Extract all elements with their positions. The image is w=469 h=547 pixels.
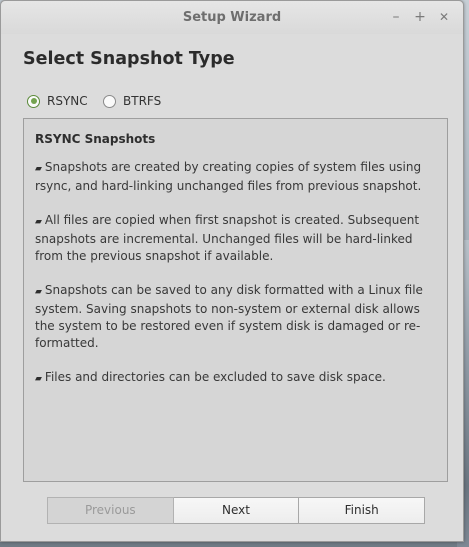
description-paragraph: ▰ Snapshots can be saved to any disk form…	[35, 282, 436, 352]
minimize-icon[interactable]: –	[388, 9, 404, 25]
radio-button-rsync[interactable]	[27, 94, 40, 108]
description-paragraph: ▰ All files are copied when first snapsho…	[35, 212, 436, 265]
close-icon[interactable]: ✕	[436, 9, 452, 25]
bullet-icon: ▰	[35, 217, 42, 227]
description-paragraph: ▰ Files and directories can be excluded t…	[35, 369, 436, 388]
radio-label-rsync: RSYNC	[47, 94, 88, 108]
panel-title: RSYNC Snapshots	[35, 132, 156, 146]
bullet-icon: ▰	[35, 374, 42, 384]
maximize-icon[interactable]: +	[412, 9, 428, 25]
description-paragraph: ▰ Snapshots are created by creating copie…	[35, 159, 436, 195]
paragraph-text: Snapshots are created by creating copies…	[35, 160, 422, 193]
radio-label-btrfs: BTRFS	[123, 94, 162, 108]
page-title: Select Snapshot Type	[23, 49, 235, 69]
paragraph-text: All files are copied when first snapshot…	[35, 213, 420, 263]
radio-btrfs[interactable]: BTRFS	[103, 92, 161, 110]
previous-button[interactable]: Previous	[47, 497, 174, 524]
title-bar[interactable]: Setup Wizard – + ✕	[1, 1, 463, 34]
next-button[interactable]: Next	[173, 497, 300, 524]
bullet-icon: ▰	[35, 164, 42, 174]
bullet-icon: ▰	[35, 287, 42, 297]
wizard-button-row: Previous Next Finish	[47, 497, 426, 524]
setup-wizard-window: Setup Wizard – + ✕ Select Snapshot Type …	[0, 0, 464, 542]
paragraph-text: Files and directories can be excluded to…	[44, 370, 386, 384]
radio-button-btrfs[interactable]	[103, 94, 116, 108]
radio-rsync[interactable]: RSYNC	[27, 92, 88, 110]
description-panel: RSYNC Snapshots ▰ Snapshots are created b…	[23, 118, 448, 482]
paragraph-text: Snapshots can be saved to any disk forma…	[35, 283, 423, 350]
finish-button[interactable]: Finish	[299, 497, 426, 524]
